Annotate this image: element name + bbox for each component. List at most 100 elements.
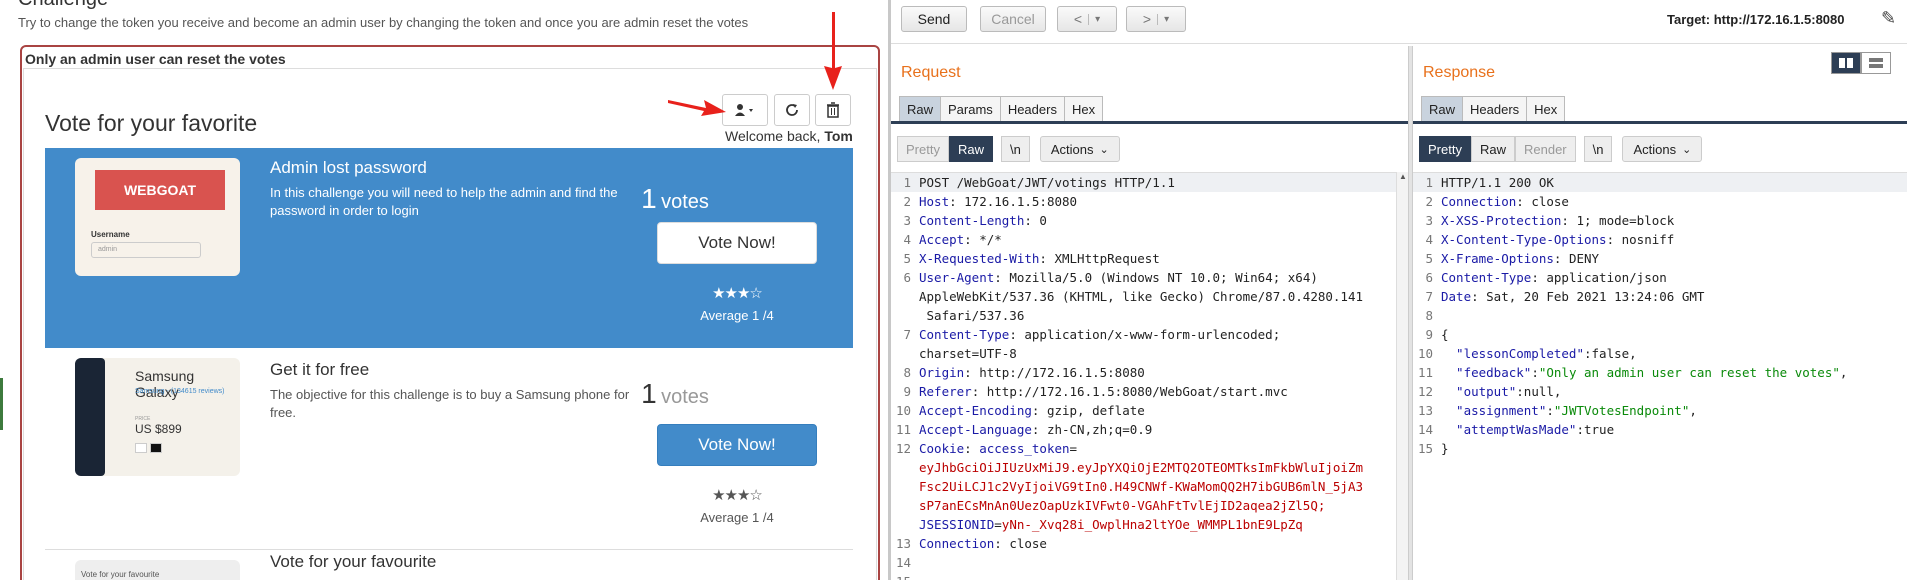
welcome-prefix: Welcome back, [725, 128, 821, 144]
webgoat-page: Challenge Try to change the token you re… [0, 0, 888, 580]
header-key: Date [1441, 289, 1472, 304]
header-key: Cookie [919, 441, 965, 456]
newline-toggle[interactable]: \n [1583, 136, 1613, 162]
tab-raw[interactable]: Raw [899, 96, 942, 121]
response-title: Response [1423, 64, 1496, 81]
edit-target-icon[interactable]: ✎ [1881, 8, 1896, 29]
header-value: { [1441, 327, 1449, 342]
line-number: 9 [1425, 327, 1433, 342]
vote-item-title: Get it for free [270, 360, 370, 379]
code-line: 4 X-Content-Type-Options: nosniff [1413, 230, 1907, 249]
cookie-eq: = [1069, 441, 1078, 456]
phone-image [75, 358, 105, 476]
vote-now-button[interactable]: Vote Now! [657, 424, 817, 466]
json-key: "assignment" [1441, 403, 1547, 418]
layout-columns-icon[interactable] [1831, 52, 1861, 74]
tab-headers[interactable]: Headers [1462, 96, 1528, 121]
header-value: : http://172.16.1.5:8080 [964, 365, 1145, 380]
actions-menu[interactable]: Actions ⌄ [1622, 136, 1703, 162]
header-key: Connection [919, 536, 995, 551]
response-editor[interactable]: 1 HTTP/1.1 200 OK 2 Connection: close 3 X-XSS… [1413, 172, 1907, 580]
tab-underline [891, 121, 1408, 124]
token-value: eyJhbGciOiJIUzUxMiJ9.eyJpYXQiOjE2MTQ2OTE… [919, 460, 1364, 475]
header-key: Connection [1441, 194, 1517, 209]
star-rating[interactable]: ★★★☆ [657, 284, 817, 302]
header-key: Host [919, 194, 950, 209]
request-editor[interactable]: 1 POST /WebGoat/JWT/votings HTTP/1.1 2 Host… [891, 172, 1408, 580]
raw-toggle[interactable]: Raw [1470, 136, 1515, 162]
tab-raw[interactable]: Raw [1421, 96, 1464, 121]
code-line: 8 Origin: http://172.16.1.5:8080 [891, 363, 1408, 382]
request-pane: Request Raw Params Headers Hex Pretty Ra… [891, 46, 1408, 580]
json-key: "feedback" [1441, 365, 1532, 380]
chevron-down-icon[interactable]: ▾ [1088, 13, 1100, 25]
tab-hex[interactable]: Hex [1526, 96, 1566, 121]
chevron-down-icon[interactable]: ▾ [1157, 13, 1169, 25]
code-line: 5 X-Requested-With: XMLHttpRequest [891, 249, 1408, 268]
request-tabs: Raw Params Headers Hex [899, 96, 1104, 121]
vote-now-button[interactable]: Vote Now! [657, 222, 817, 264]
line-number: 2 [903, 194, 911, 209]
annotation-arrow-icon [668, 100, 726, 116]
actions-menu[interactable]: Actions ⌄ [1039, 136, 1120, 162]
raw-toggle[interactable]: Raw [948, 136, 993, 162]
vote-item-description: In this challenge you will need to help … [270, 185, 618, 218]
code-line: 15 [891, 572, 1408, 580]
code-line: 11 "feedback":"Only an admin user can re… [1413, 363, 1907, 382]
lesson-heading: Challenge [18, 0, 108, 11]
render-toggle[interactable]: Render [1514, 136, 1576, 162]
cancel-button[interactable]: Cancel [980, 6, 1046, 32]
send-button[interactable]: Send [901, 6, 967, 32]
burp-repeater: Send Cancel < ▾ > ▾ Target: http://172.1… [891, 0, 1907, 580]
pretty-toggle[interactable]: Pretty [1419, 136, 1471, 162]
vote-item-title: Admin lost password [270, 158, 427, 177]
back-button[interactable]: < ▾ [1057, 6, 1117, 32]
header-value: : 0 [1024, 213, 1047, 228]
line-number: 4 [1425, 232, 1433, 247]
cookie-eq: = [994, 517, 1002, 532]
line-number: 12 [1417, 384, 1433, 399]
code-line: charset=UTF-8 [891, 344, 1408, 363]
user-dropdown-button[interactable] [722, 94, 768, 126]
code-line: 6 User-Agent: Mozilla/5.0 (Windows NT 10.… [891, 268, 1408, 287]
header-value: : [964, 441, 980, 456]
line-number: 14 [895, 555, 911, 570]
header-value: : XMLHttpRequest [1039, 251, 1160, 266]
line-number: 6 [1425, 270, 1433, 285]
line-number: 4 [903, 232, 911, 247]
vote-count-label: votes [661, 386, 709, 408]
code-line: 1 POST /WebGoat/JWT/votings HTTP/1.1 [891, 173, 1408, 192]
header-value: : */* [964, 232, 1002, 247]
tab-headers[interactable]: Headers [999, 96, 1065, 121]
header-value: : gzip, deflate [1031, 403, 1145, 418]
header-value: : nosniff [1606, 232, 1675, 247]
code-line: 10 Accept-Encoding: gzip, deflate [891, 401, 1408, 420]
code-line: 7 Date: Sat, 20 Feb 2021 13:24:06 GMT [1413, 287, 1907, 306]
line-number: 15 [891, 572, 911, 580]
refresh-button[interactable] [774, 94, 810, 126]
tab-hex[interactable]: Hex [1063, 96, 1104, 121]
rows-icon [1869, 58, 1883, 68]
line-number: 5 [903, 251, 911, 266]
json-value: : [1546, 403, 1554, 418]
newline-toggle[interactable]: \n [1000, 136, 1030, 162]
tab-underline [1413, 121, 1907, 124]
layout-rows-icon[interactable] [1861, 52, 1891, 74]
tab-params[interactable]: Params [940, 96, 1001, 121]
response-tabs: Raw Headers Hex [1421, 96, 1566, 121]
thumbnail-product-title: Samsung Galaxy [135, 368, 195, 400]
code-line: 8 [1413, 306, 1907, 325]
line-number: 14 [1417, 422, 1433, 437]
vote-count-number: 1 [641, 378, 657, 409]
actions-label: Actions [1050, 141, 1094, 157]
code-line: AppleWebKit/537.36 (KHTML, like Gecko) C… [891, 287, 1408, 306]
forward-button[interactable]: > ▾ [1126, 6, 1186, 32]
challenge-thumbnail: Vote for your favourite [75, 560, 240, 580]
line-number: 8 [903, 365, 911, 380]
request-scrollbar[interactable]: ▲ [1396, 172, 1408, 580]
line-number: 12 [895, 441, 911, 456]
request-view-bar: Pretty Raw \n Actions ⌄ [897, 136, 1120, 162]
pretty-toggle[interactable]: Pretty [897, 136, 949, 162]
star-rating[interactable]: ★★★☆ [657, 486, 817, 504]
reset-votes-button[interactable] [815, 94, 851, 126]
